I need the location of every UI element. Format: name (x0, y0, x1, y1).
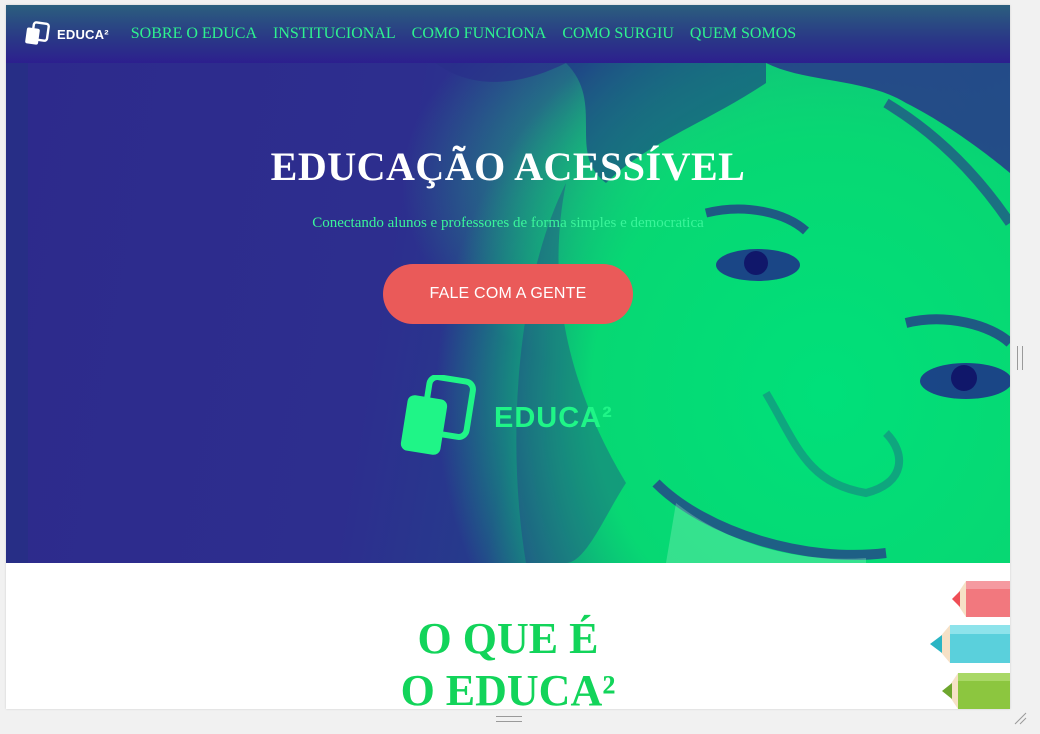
nav-links: SOBRE O EDUCA INSTITUCIONAL COMO FUNCION… (131, 25, 812, 43)
hero-section: EDUCAÇÃO ACESSÍVEL Conectando alunos e p… (6, 63, 1010, 563)
about-heading-line1: O QUE É (417, 614, 599, 663)
nav-link-sobre[interactable]: SOBRE O EDUCA (131, 25, 257, 43)
brand-logo[interactable]: EDUCA² (24, 21, 109, 47)
vertical-resize-grip[interactable] (1017, 346, 1023, 370)
hero-logo-text: EDUCA² (494, 401, 613, 434)
about-section: O QUE É O EDUCA² (6, 563, 1010, 709)
hero-logo: EDUCA² (398, 375, 613, 461)
browser-viewport: EDUCA² SOBRE O EDUCA INSTITUCIONAL COMO … (6, 5, 1010, 709)
about-heading: O QUE É O EDUCA² (6, 613, 1010, 709)
nav-link-quem-somos[interactable]: QUEM SOMOS (690, 25, 796, 43)
horizontal-resize-grip[interactable] (496, 716, 522, 722)
about-heading-line2: O EDUCA² (400, 666, 616, 709)
brand-name: EDUCA² (57, 26, 109, 42)
educa-logo-icon (25, 21, 50, 45)
hero-title: EDUCAÇÃO ACESSÍVEL (270, 144, 746, 189)
educa-logo-icon (400, 375, 476, 455)
pencils-illustration (930, 581, 1010, 709)
top-navbar: EDUCA² SOBRE O EDUCA INSTITUCIONAL COMO … (6, 5, 1010, 63)
nav-link-como-funciona[interactable]: COMO FUNCIONA (412, 25, 547, 43)
resize-grip-icon[interactable] (1013, 711, 1027, 725)
nav-link-como-surgiu[interactable]: COMO SURGIU (562, 25, 674, 43)
hero-subtitle: Conectando alunos e professores de forma… (312, 215, 704, 231)
contact-us-button[interactable]: FALE COM A GENTE (383, 264, 633, 324)
nav-link-institucional[interactable]: INSTITUCIONAL (273, 25, 396, 43)
